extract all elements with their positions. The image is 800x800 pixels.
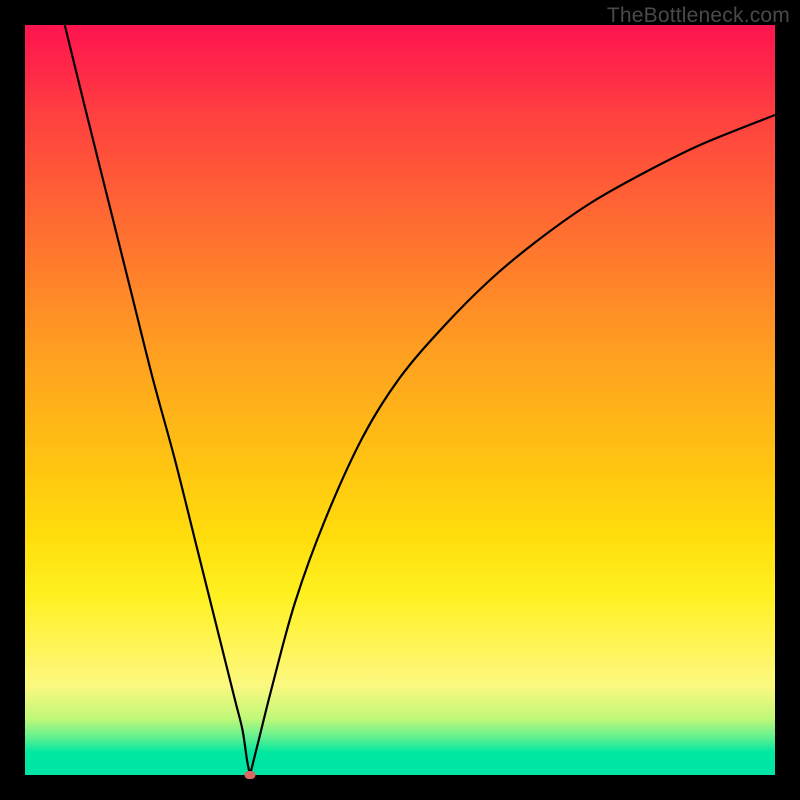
plot-area [25, 25, 775, 775]
optimal-marker [245, 771, 256, 779]
branding-text: TheBottleneck.com [607, 4, 790, 27]
bottleneck-curve [25, 25, 775, 775]
curve-left-branch [65, 25, 250, 775]
branding-watermark: TheBottleneck.com [607, 4, 790, 28]
curve-right-branch [250, 115, 775, 775]
